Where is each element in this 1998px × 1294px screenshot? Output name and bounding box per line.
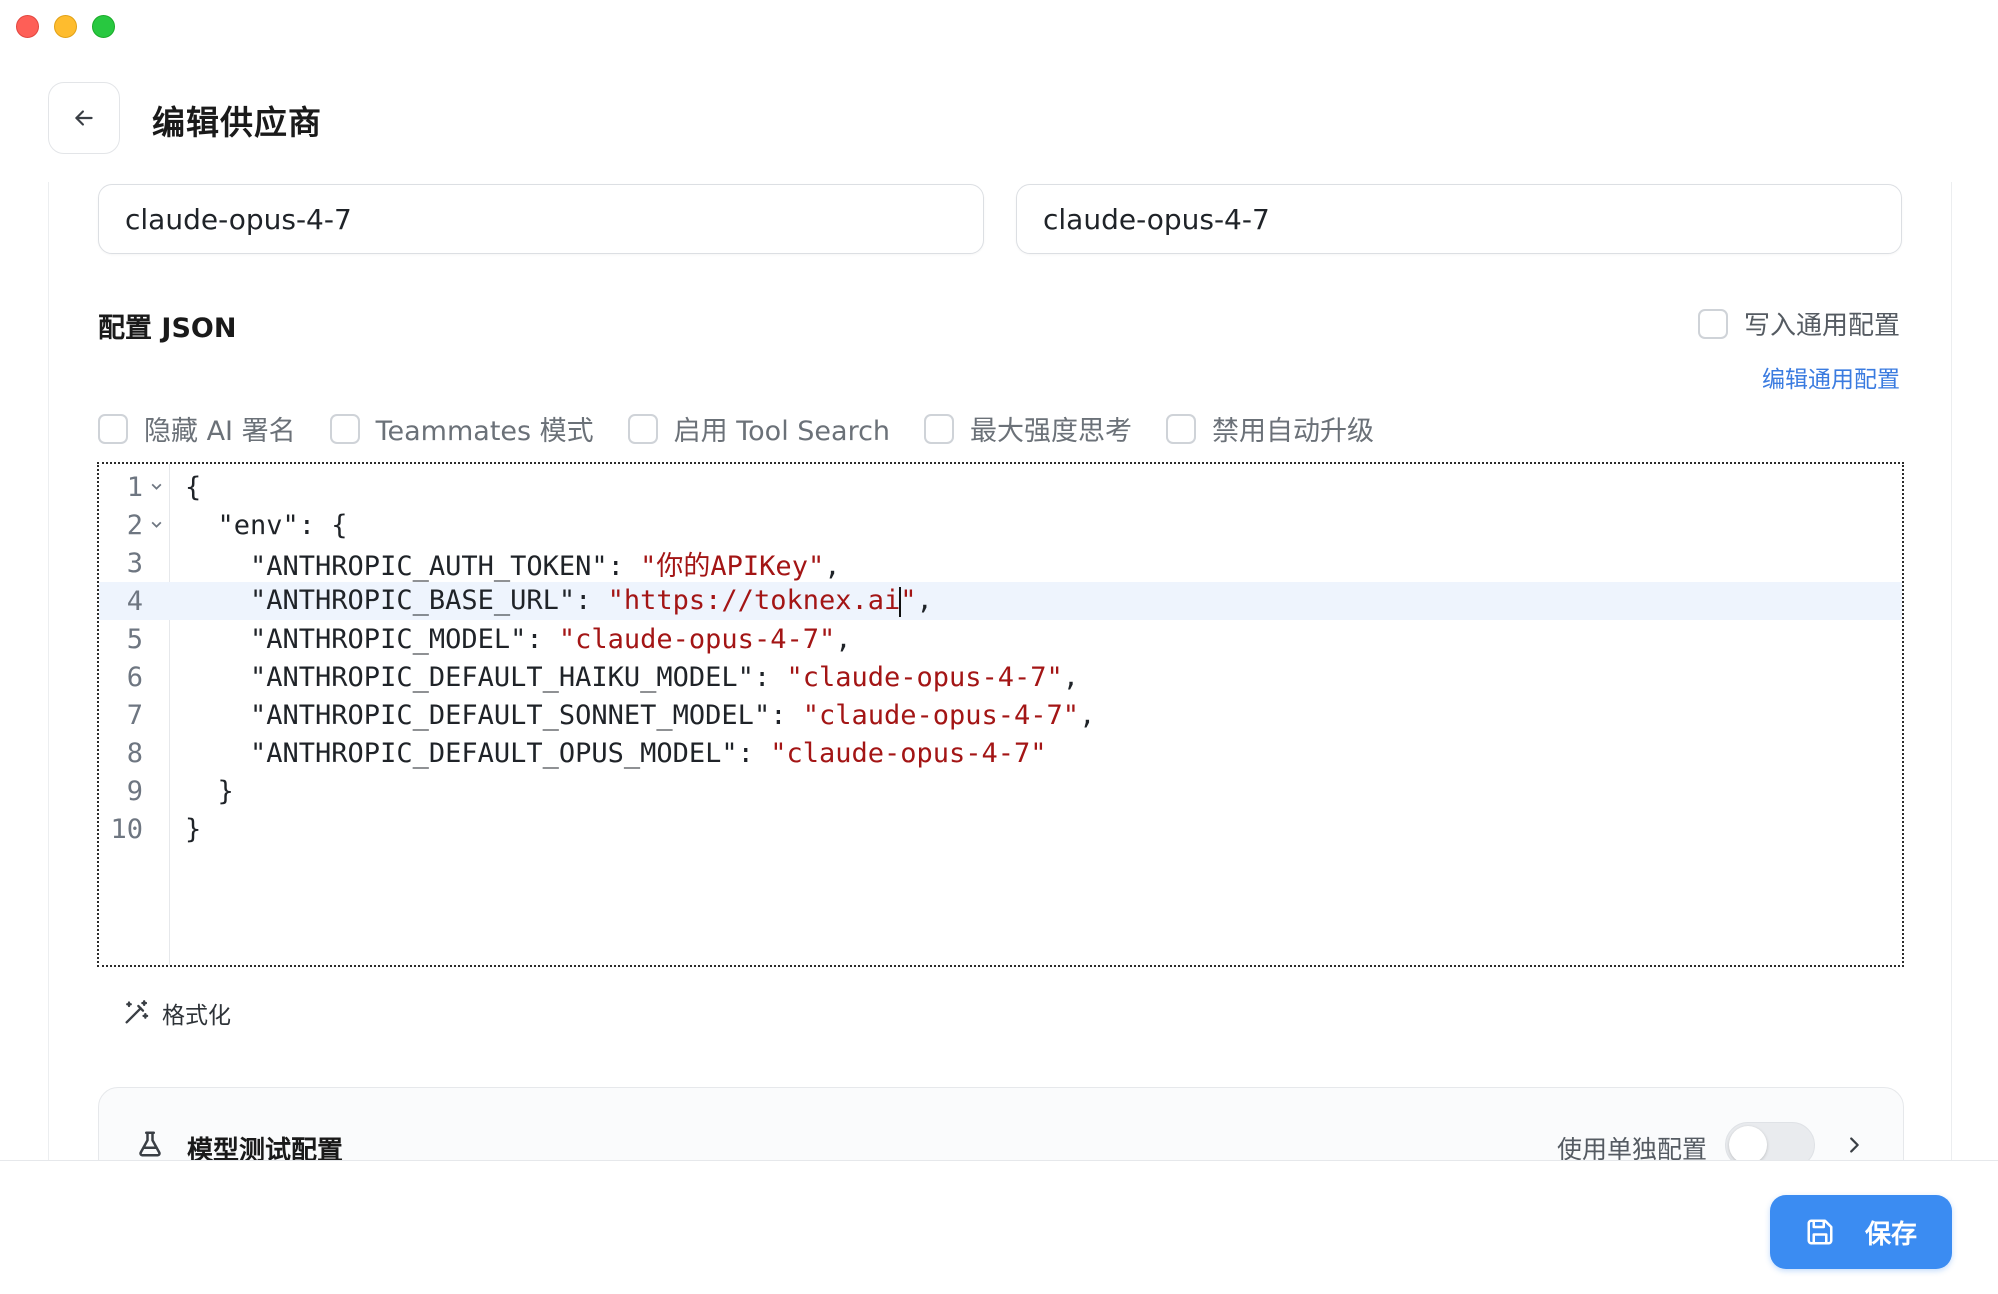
json-key: { [185,471,202,503]
editor-line[interactable]: 4 "ANTHROPIC_BASE_URL": "https://toknex.… [99,582,1902,620]
line-number: 4 [126,585,143,617]
json-string-value: "你的APIKey" [640,550,825,582]
json-punctuation: , [916,585,933,617]
line-number: 5 [126,623,143,655]
json-key: "ANTHROPIC_AUTH_TOKEN": [185,550,641,582]
line-number: 6 [126,661,143,693]
editor-line[interactable]: 1{ [99,468,1902,506]
write-common-checkbox[interactable] [1697,308,1728,339]
code-text: "ANTHROPIC_DEFAULT_OPUS_MODEL": "claude-… [185,738,1047,769]
option-checkbox[interactable] [329,413,360,444]
window-controls [16,15,115,38]
write-common-label: 写入通用配置 [1743,311,1900,341]
option-hide-ai-signature[interactable]: 隐藏 AI 署名 [98,409,296,448]
line-number: 7 [126,699,143,731]
line-number: 1 [126,471,143,503]
zoom-window-button[interactable] [92,15,115,38]
json-key: "env": { [185,509,348,541]
editor-line[interactable]: 7 "ANTHROPIC_DEFAULT_SONNET_MODEL": "cla… [99,696,1902,734]
flask-icon [139,1131,161,1157]
arrow-left-icon [75,110,93,126]
code-text: "ANTHROPIC_DEFAULT_SONNET_MODEL": "claud… [185,700,1095,731]
json-string-value: "claude-opus-4-7" [802,699,1080,731]
write-common-config-toggle[interactable]: 写入通用配置 [1697,305,1900,342]
text-cursor [899,586,902,617]
option-disable-auto-upgrade[interactable]: 禁用自动升级 [1166,409,1374,448]
option-label: 最大强度思考 [970,416,1133,447]
save-icon [1807,1219,1833,1245]
option-max-thinking[interactable]: 最大强度思考 [924,409,1132,448]
line-number: 8 [126,737,143,769]
config-options: 隐藏 AI 署名 Teammates 模式 启用 Tool Search 最大强… [98,409,1408,448]
format-label: 格式化 [162,1003,231,1029]
code-text: "ANTHROPIC_BASE_URL": "https://toknex.ai… [185,585,933,617]
json-string-value: "claude-opus-4-7" [558,623,836,655]
json-punctuation: , [1062,661,1080,693]
json-punctuation: , [1079,699,1096,731]
json-key: "ANTHROPIC_MODEL": [185,623,559,655]
model-name-input[interactable]: claude-opus-4-7 [98,184,984,254]
edit-common-config-link[interactable]: 编辑通用配置 [1762,360,1900,394]
save-label: 保存 [1864,1219,1917,1250]
toggle-knob [1729,1126,1767,1164]
line-number: 10 [110,813,143,845]
option-label: Teammates 模式 [375,416,594,447]
code-text: "ANTHROPIC_MODEL": "claude-opus-4-7", [185,624,851,655]
line-number: 2 [126,509,143,541]
code-text: } [185,814,201,845]
magic-wand-icon [125,1000,149,1024]
footer-bar: 保存 [0,1160,1998,1294]
option-teammates-mode[interactable]: Teammates 模式 [329,409,594,448]
option-tool-search[interactable]: 启用 Tool Search [627,409,891,448]
json-string-value: "https://toknex.ai" [607,585,917,617]
line-number: 9 [126,775,143,807]
back-button[interactable] [48,82,120,154]
editor-line[interactable]: 2 "env": { [99,506,1902,544]
fold-chevron-icon[interactable] [150,518,162,530]
code-text: "ANTHROPIC_AUTH_TOKEN": "你的APIKey", [185,544,840,583]
minimize-window-button[interactable] [54,15,77,38]
page-title: 编辑供应商 [152,103,322,142]
editor-line[interactable]: 8 "ANTHROPIC_DEFAULT_OPUS_MODEL": "claud… [99,734,1902,772]
json-string-value: "claude-opus-4-7" [770,737,1047,769]
chevron-right-icon[interactable] [1843,1134,1865,1156]
code-text: "env": { [185,510,348,541]
option-label: 禁用自动升级 [1212,416,1375,447]
editor-line[interactable]: 9 } [99,772,1902,810]
option-label: 隐藏 AI 署名 [144,416,296,447]
json-punctuation: , [824,550,841,582]
json-punctuation: , [835,623,852,655]
model-id-input[interactable]: claude-opus-4-7 [1016,184,1902,254]
option-label: 启用 Tool Search [673,416,891,447]
option-checkbox[interactable] [1166,413,1197,444]
editor-line[interactable]: 6 "ANTHROPIC_DEFAULT_HAIKU_MODEL": "clau… [99,658,1902,696]
line-number: 3 [126,547,143,579]
config-json-label: 配置 JSON [98,313,237,344]
json-string-value: "claude-opus-4-7" [786,661,1063,693]
option-checkbox[interactable] [98,413,128,444]
json-editor[interactable]: 1{2 "env": {3 "ANTHROPIC_AUTH_TOKEN": "你… [97,462,1904,967]
json-key: } [185,813,202,845]
json-key: "ANTHROPIC_BASE_URL": [185,585,608,617]
editor-line[interactable]: 10} [99,810,1902,848]
save-button[interactable]: 保存 [1770,1195,1952,1269]
code-text: "ANTHROPIC_DEFAULT_HAIKU_MODEL": "claude… [185,662,1079,693]
json-key: "ANTHROPIC_DEFAULT_SONNET_MODEL": [185,699,803,731]
editor-line[interactable]: 3 "ANTHROPIC_AUTH_TOKEN": "你的APIKey", [99,544,1902,582]
option-checkbox[interactable] [627,413,658,444]
format-button[interactable]: 格式化 [122,996,231,1030]
option-checkbox[interactable] [924,413,955,444]
json-key: "ANTHROPIC_DEFAULT_HAIKU_MODEL": [185,661,787,693]
json-key: } [185,775,234,807]
code-text: { [185,472,201,503]
code-text: } [185,776,234,807]
editor-line[interactable]: 5 "ANTHROPIC_MODEL": "claude-opus-4-7", [99,620,1902,658]
fold-chevron-icon[interactable] [150,480,162,492]
json-key: "ANTHROPIC_DEFAULT_OPUS_MODEL": [185,737,771,769]
close-window-button[interactable] [16,15,39,38]
